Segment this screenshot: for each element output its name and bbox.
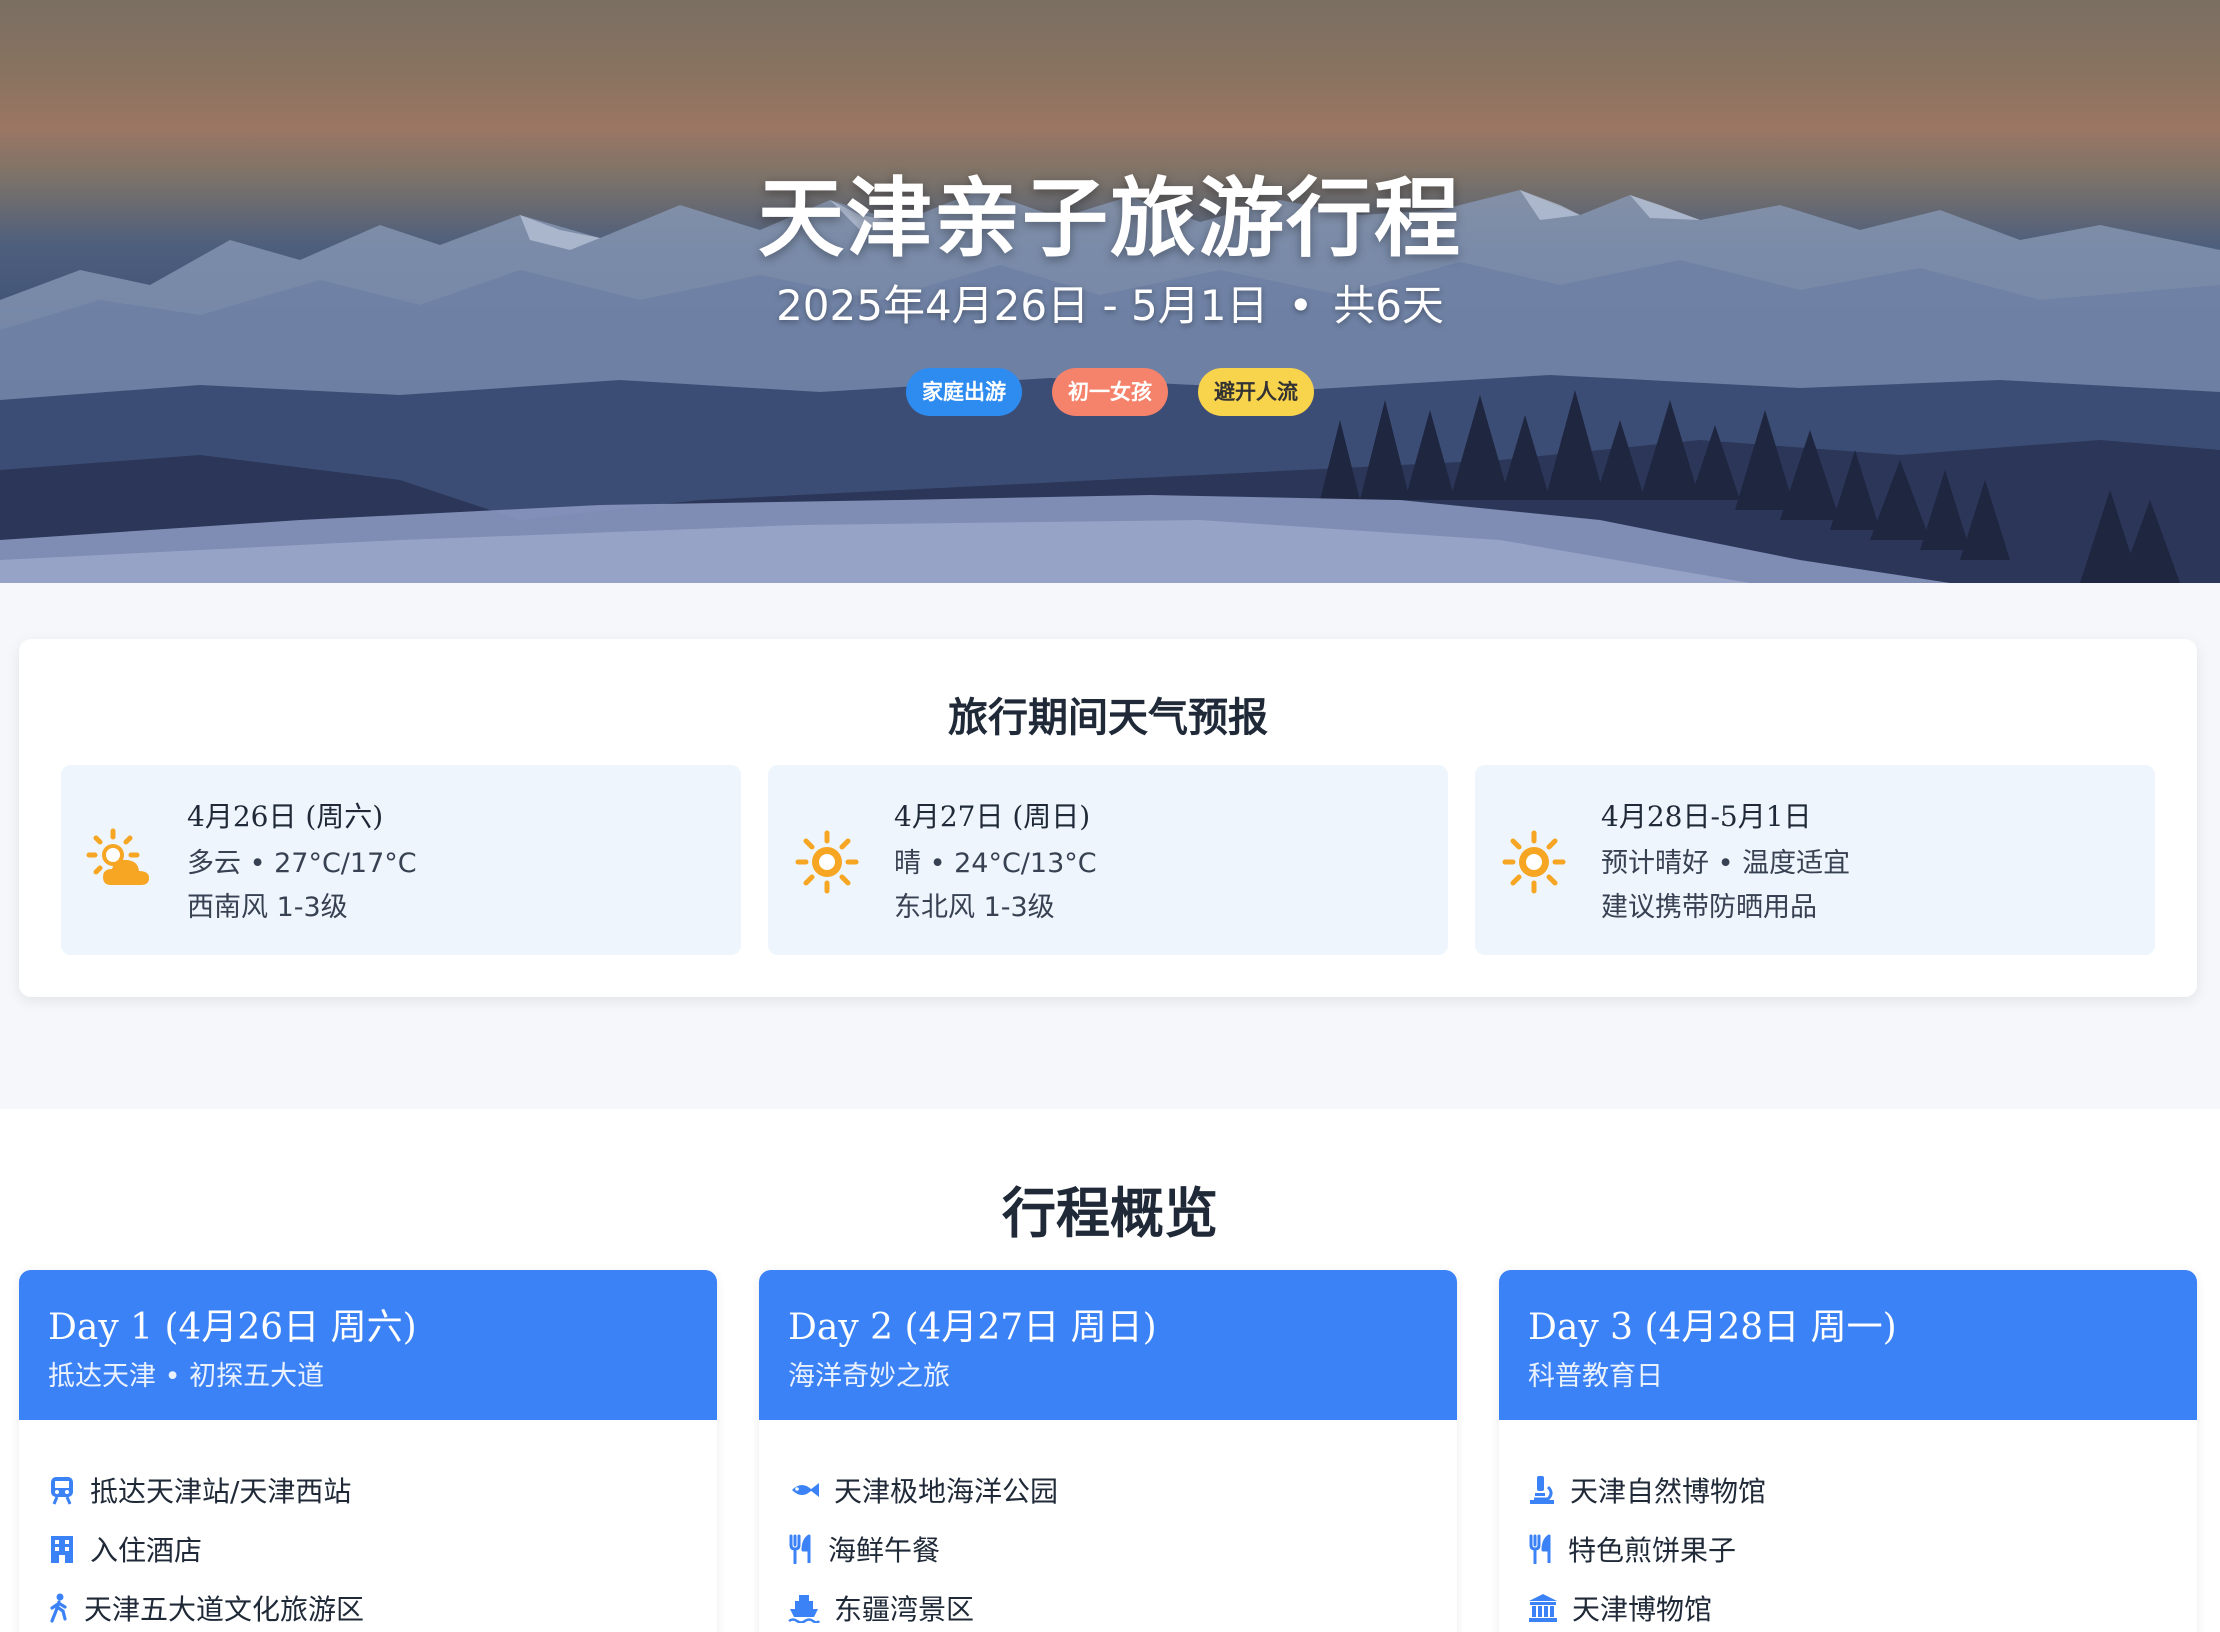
list-item-label: 天津极地海洋公园 [834, 1475, 1059, 1508]
list-item-label: 抵达天津站/天津西站 [90, 1475, 352, 1508]
list-item: 入住酒店 [48, 1529, 202, 1569]
trip-duration: 共6天 [1333, 281, 1444, 330]
microscope-icon [1530, 1476, 1554, 1504]
list-item-label: 海鲜午餐 [828, 1534, 941, 1567]
day-card-header: Day 3 (4月28日 周一) 科普教育日 [1499, 1270, 2197, 1420]
partly-cloudy-icon [86, 828, 149, 885]
day-title: Day 3 (4月28日 周一) [1528, 1307, 1897, 1348]
weather-condition: 预计晴好 • 温度适宜 [1601, 848, 1851, 879]
list-item: 抵达天津站/天津西站 [48, 1470, 351, 1510]
trip-date-range: 2025年4月26日 - 5月1日 [776, 281, 1269, 330]
list-item-label: 天津自然博物馆 [1570, 1475, 1767, 1508]
list-item-label: 特色煎饼果子 [1568, 1534, 1737, 1567]
weather-date: 4月28日-5月1日 [1601, 800, 1812, 833]
sun-icon [1502, 830, 1566, 894]
list-item-label: 天津博物馆 [1572, 1593, 1713, 1626]
weather-title: 旅行期间天气预报 [948, 694, 1268, 741]
ship-icon [788, 1595, 820, 1623]
weather-wind: 西南风 1-3级 [187, 892, 348, 923]
day-subtitle: 科普教育日 [1528, 1361, 1663, 1392]
itinerary-section: 行程概览 Day 1 (4月26日 周六) 抵达天津 • 初探五大道 抵达天津站… [0, 1109, 2220, 1632]
day-card-3[interactable]: Day 3 (4月28日 周一) 科普教育日 天津自然博物馆 特色煎饼果子 天津… [1499, 1270, 2197, 1632]
utensils-icon [789, 1534, 811, 1564]
weather-wind: 东北风 1-3级 [894, 892, 1055, 923]
weather-card: 旅行期间天气预报 4月26日 (周六) 多云 • 27°C/17°C 西南风 1… [19, 639, 2197, 997]
tag-avoid-crowds: 避开人流 [1198, 368, 1314, 416]
weather-section: 旅行期间天气预报 4月26日 (周六) 多云 • 27°C/17°C 西南风 1… [0, 583, 2220, 1109]
day-card-header: Day 2 (4月27日 周日) 海洋奇妙之旅 [759, 1270, 1457, 1420]
day-subtitle: 抵达天津 • 初探五大道 [48, 1361, 325, 1392]
weather-date: 4月26日 (周六) [187, 800, 384, 833]
day-title: Day 1 (4月26日 周六) [48, 1307, 417, 1348]
list-item: 天津自然博物馆 [1528, 1470, 1766, 1510]
list-item: 海鲜午餐 [788, 1529, 940, 1569]
day-subtitle: 海洋奇妙之旅 [788, 1361, 950, 1392]
train-icon [51, 1477, 73, 1505]
day-card-header: Day 1 (4月26日 周六) 抵达天津 • 初探五大道 [19, 1270, 717, 1420]
weather-condition: 多云 • 27°C/17°C [187, 848, 417, 879]
walking-icon [50, 1593, 67, 1623]
weather-day-1: 4月26日 (周六) 多云 • 27°C/17°C 西南风 1-3级 [61, 765, 741, 955]
list-item-label: 天津五大道文化旅游区 [84, 1593, 365, 1626]
trip-date-summary: 2025年4月26日 - 5月1日 • 共6天 [0, 272, 2220, 333]
weather-day-2: 4月27日 (周日) 晴 • 24°C/13°C 东北风 1-3级 [768, 765, 1448, 955]
list-item-label: 东疆湾景区 [834, 1593, 975, 1626]
weather-date: 4月27日 (周日) [894, 800, 1091, 833]
day-card-1[interactable]: Day 1 (4月26日 周六) 抵达天津 • 初探五大道 抵达天津站/天津西站… [19, 1270, 717, 1632]
fish-icon [792, 1483, 819, 1497]
sun-icon [795, 830, 859, 894]
weather-condition: 晴 • 24°C/13°C [894, 848, 1097, 879]
day-title: Day 2 (4月27日 周日) [788, 1307, 1157, 1348]
day-card-2[interactable]: Day 2 (4月27日 周日) 海洋奇妙之旅 天津极地海洋公园 海鲜午餐 东疆… [759, 1270, 1457, 1632]
hero-banner: 天津亲子旅游行程 2025年4月26日 - 5月1日 • 共6天 家庭出游 初一女孩… [0, 0, 2220, 583]
weather-tip: 建议携带防晒用品 [1601, 892, 1817, 923]
list-item: 天津博物馆 [1528, 1588, 1712, 1628]
tag-middle-school-girl: 初一女孩 [1052, 368, 1168, 416]
list-item: 特色煎饼果子 [1528, 1529, 1736, 1569]
list-item: 天津极地海洋公园 [788, 1470, 1058, 1510]
itinerary-title: 行程概览 [1002, 1181, 1218, 1245]
list-item-label: 入住酒店 [90, 1534, 203, 1567]
hotel-icon [51, 1536, 73, 1563]
museum-icon [1529, 1594, 1557, 1622]
tag-family-trip: 家庭出游 [906, 368, 1022, 416]
list-item: 东疆湾景区 [788, 1588, 974, 1628]
utensils-icon [1529, 1534, 1551, 1564]
separator-dot: • [1288, 281, 1314, 330]
weather-day-3: 4月28日-5月1日 预计晴好 • 温度适宜 建议携带防晒用品 [1475, 765, 2155, 955]
list-item: 天津五大道文化旅游区 [48, 1588, 364, 1628]
tag-list: 家庭出游 初一女孩 避开人流 [0, 368, 2220, 416]
page-title: 天津亲子旅游行程 [758, 168, 1462, 269]
